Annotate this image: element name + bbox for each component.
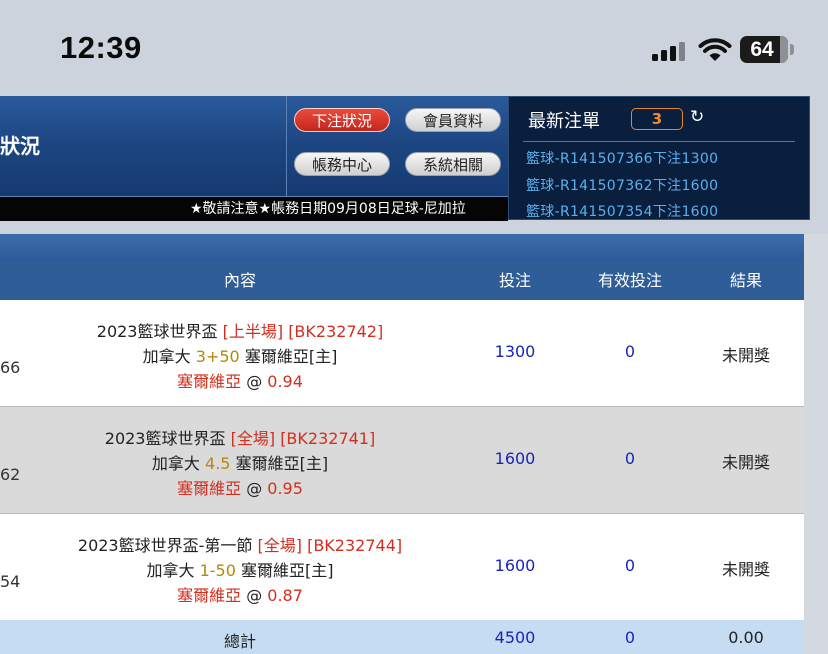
bet-content: 2023籃球世界盃 [上半場] [BK232742] 加拿大 3+50 塞爾維亞… <box>0 319 480 394</box>
home-team: 加拿大 <box>146 561 195 580</box>
total-bet: 4500 <box>494 628 536 647</box>
valid-bet-amount: 0 <box>624 342 636 361</box>
latest-bet-item[interactable]: 籃球-R141507366下注1300 <box>526 148 718 168</box>
latest-bet-item[interactable]: 籃球-R141507354下注1600 <box>526 201 718 219</box>
latest-bets-count: 3 <box>631 108 683 130</box>
total-result: 0.00 <box>728 628 764 647</box>
away-team: 塞爾維亞[主] <box>235 454 329 473</box>
bet-league-line: 2023籃球世界盃-第一節 [全場] [BK232744] <box>0 533 480 558</box>
at-sign: @ <box>246 372 263 391</box>
valid-bet-amount: 0 <box>624 556 636 575</box>
bet-pick-line: 塞爾維亞 @ 0.95 <box>0 476 480 501</box>
bet-match-line: 加拿大 3+50 塞爾維亞[主] <box>0 344 480 369</box>
bet-odds: 0.95 <box>267 479 303 498</box>
member-info-button[interactable]: 會員資料 <box>405 108 501 132</box>
handicap-line: 1-50 <box>199 561 236 580</box>
latest-bet-item[interactable]: 籃球-R141507362下注1600 <box>526 175 718 195</box>
match-code: [BK232744] <box>307 536 403 555</box>
bet-result: 未開獎 <box>721 346 770 365</box>
bet-odds: 0.94 <box>267 372 303 391</box>
column-header-content: 內容 <box>223 271 256 290</box>
bet-league-line: 2023籃球世界盃 [上半場] [BK232742] <box>0 319 480 344</box>
latest-bets-divider <box>523 141 795 142</box>
bet-amount: 1300 <box>494 342 536 361</box>
home-team: 加拿大 <box>151 454 200 473</box>
match-code: [BK232741] <box>280 429 376 448</box>
system-button[interactable]: 系統相關 <box>405 152 501 176</box>
bet-content: 2023籃球世界盃-第一節 [全場] [BK232744] 加拿大 1-50 塞… <box>0 533 480 608</box>
total-label: 總計 <box>223 632 256 651</box>
bet-league-line: 2023籃球世界盃 [全場] [BK232741] <box>0 426 480 451</box>
league-name: 2023籃球世界盃 <box>96 322 218 341</box>
league-name: 2023籃球世界盃 <box>104 429 226 448</box>
table-row: 62 2023籃球世界盃 [全場] [BK232741] 加拿大 4.5 塞爾維… <box>0 407 804 514</box>
bet-odds: 0.87 <box>267 586 303 605</box>
bet-pick: 塞爾維亞 <box>177 372 242 391</box>
table-header: 內容 投注 有效投注 結果 <box>0 262 804 300</box>
column-header-bet: 投注 <box>498 271 531 290</box>
announcement-marquee[interactable]: ★敬請注意★帳務日期09月08日足球-尼加拉 <box>0 196 508 221</box>
battery-tip <box>790 44 794 55</box>
header-bar: 狀況 下注狀況 會員資料 帳務中心 系統相關 <box>0 96 508 196</box>
total-row: 總計 4500 0 0.00 <box>0 620 804 654</box>
at-sign: @ <box>246 586 263 605</box>
table-top-bar <box>0 234 804 262</box>
bet-match-line: 加拿大 4.5 塞爾維亞[主] <box>0 451 480 476</box>
bet-period: [上半場] <box>222 322 284 341</box>
battery-level: 64 <box>750 38 774 61</box>
league-name: 2023籃球世界盃-第一節 <box>77 536 253 555</box>
account-center-button[interactable]: 帳務中心 <box>294 152 390 176</box>
column-header-result: 結果 <box>729 271 762 290</box>
status-time: 12:39 <box>60 30 142 65</box>
match-code: [BK232742] <box>288 322 384 341</box>
bet-pick: 塞爾維亞 <box>177 586 242 605</box>
bet-pick-line: 塞爾維亞 @ 0.87 <box>0 583 480 608</box>
bet-amount: 1600 <box>494 449 536 468</box>
valid-bet-amount: 0 <box>624 449 636 468</box>
marquee-text: ★敬請注意★帳務日期09月08日足球-尼加拉 <box>190 201 466 217</box>
latest-bets-title: 最新注單 <box>528 111 600 132</box>
bet-match-line: 加拿大 1-50 塞爾維亞[主] <box>0 558 480 583</box>
bet-pick: 塞爾維亞 <box>177 479 242 498</box>
away-team: 塞爾維亞[主] <box>241 561 334 580</box>
table-row: 66 2023籃球世界盃 [上半場] [BK232742] 加拿大 3+50 塞… <box>0 300 804 407</box>
bet-period: [全場] <box>257 536 302 555</box>
header-divider <box>286 96 287 196</box>
handicap-line: 4.5 <box>205 454 231 473</box>
bet-content: 2023籃球世界盃 [全場] [BK232741] 加拿大 4.5 塞爾維亞[主… <box>0 426 480 501</box>
bet-result: 未開獎 <box>721 453 770 472</box>
column-header-valid-bet: 有效投注 <box>597 271 662 290</box>
total-valid-bet: 0 <box>624 628 636 647</box>
handicap-line: 3+50 <box>195 347 240 366</box>
bet-status-button[interactable]: 下注狀況 <box>294 108 390 132</box>
cellular-signal-icon <box>652 41 688 61</box>
away-team: 塞爾維亞[主] <box>244 347 338 366</box>
status-bar: 12:39 64 <box>0 0 828 96</box>
refresh-icon[interactable]: ↻ <box>690 107 704 127</box>
page-edge <box>804 234 828 654</box>
bet-pick-line: 塞爾維亞 @ 0.94 <box>0 369 480 394</box>
latest-bets-panel: 最新注單 3 ↻ 籃球-R141507366下注1300 籃球-R1415073… <box>508 96 810 220</box>
table-row: 54 2023籃球世界盃-第一節 [全場] [BK232744] 加拿大 1-5… <box>0 514 804 620</box>
battery-icon: 64 <box>740 36 788 63</box>
bet-table: 內容 投注 有效投注 結果 66 2023籃球世界盃 [上半場] [BK2327… <box>0 234 804 654</box>
home-team: 加拿大 <box>142 347 191 366</box>
at-sign: @ <box>246 479 263 498</box>
bet-amount: 1600 <box>494 556 536 575</box>
bet-result: 未開獎 <box>721 560 770 579</box>
bet-period: [全場] <box>230 429 276 448</box>
wifi-icon <box>698 38 732 61</box>
page-title: 狀況 <box>0 134 40 158</box>
